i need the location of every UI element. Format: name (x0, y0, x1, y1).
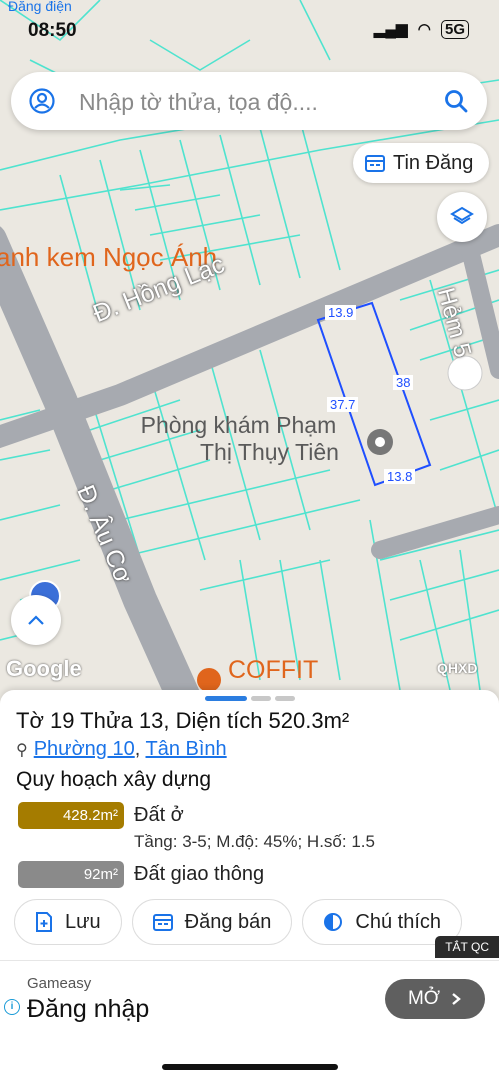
sheet-handle[interactable] (205, 696, 295, 701)
planning-heading: Quy hoạch xây dựng (16, 768, 212, 791)
location-pin-icon (367, 429, 393, 455)
expand-up-button[interactable] (11, 595, 61, 645)
land-use-row: 92m² Đất giao thông (18, 861, 264, 888)
dimension-left: 37.7 (327, 397, 359, 412)
close-ad-button[interactable]: TẮT QC (435, 936, 499, 958)
layers-icon (450, 206, 474, 225)
ad-info-icon[interactable]: i (4, 999, 20, 1015)
area-badge: 428.2m² (18, 802, 124, 829)
dimension-right: 38 (393, 375, 414, 390)
parcel-title: Tờ 19 Thửa 13, Diện tích 520.3m² (16, 708, 350, 733)
back-app-label[interactable]: Đăng điện (8, 0, 72, 14)
legend-icon (324, 913, 343, 931)
listing-icon (152, 914, 173, 931)
network-label: 5G (440, 20, 469, 39)
home-indicator-area (0, 1036, 499, 1080)
cafe-icon[interactable] (197, 668, 221, 692)
ad-banner[interactable]: i Gameasy Đăng nhập MỞ (0, 960, 499, 1037)
dimension-top: 13.9 (325, 305, 357, 320)
search-bar[interactable] (11, 72, 487, 130)
land-use-detail: Tầng: 3-5; M.độ: 45%; H.số: 1.5 (134, 832, 375, 851)
layers-button[interactable] (437, 192, 487, 242)
chevron-right-icon (452, 993, 461, 1005)
google-logo: Google (6, 656, 82, 681)
clinic-name-line1: Phòng khám Phạm (140, 412, 337, 438)
tin-dang-button[interactable]: Tin Đăng (353, 143, 489, 183)
status-icons: ▂▄▆ ◠ 5G (373, 20, 469, 39)
post-sale-button[interactable]: Đăng bán (131, 899, 293, 945)
tin-dang-label: Tin Đăng (393, 151, 474, 174)
ad-open-label: MỞ (407, 988, 441, 1009)
dimension-bottom: 13.8 (384, 469, 416, 484)
wifi-icon: ◠ (417, 21, 431, 38)
signal-icon: ▂▄▆ (373, 21, 408, 38)
ad-headline: Đăng nhập (27, 995, 150, 1023)
post-sale-label: Đăng bán (184, 910, 272, 933)
parcel-info-sheet[interactable]: Tờ 19 Thửa 13, Diện tích 520.3m² ⚲ Phường… (0, 690, 499, 960)
land-use-name: Đất giao thông (134, 863, 265, 885)
listing-icon (365, 155, 385, 172)
status-time: 08:50 (28, 20, 77, 41)
home-indicator[interactable] (162, 1064, 338, 1070)
parcel-location: ⚲ Phường 10, Tân Bình (16, 738, 227, 761)
save-button[interactable]: Lưu (14, 899, 122, 945)
location-separator: , (134, 738, 146, 760)
map-pin-icon: ⚲ (16, 742, 28, 759)
area-badge: 92m² (18, 861, 124, 888)
save-add-icon (36, 912, 52, 932)
land-use-name: Đất ở (134, 804, 184, 826)
poi-label-cafe[interactable]: COFFIT (228, 656, 318, 685)
search-input[interactable] (77, 84, 431, 120)
save-label: Lưu (65, 910, 101, 933)
qhxd-label: QHXD (437, 660, 478, 676)
chevron-up-icon (28, 615, 44, 625)
ad-brand: Gameasy (27, 975, 92, 992)
action-buttons: Lưu Đăng bán Chú thích (14, 899, 462, 945)
ad-open-button[interactable]: MỞ (385, 979, 485, 1019)
poi-label-clinic[interactable]: Phòng khám Phạm Thị Thụy Tiên (138, 412, 339, 466)
search-icon[interactable] (443, 88, 469, 114)
land-use-row: 428.2m² Đất ở (18, 802, 184, 829)
account-icon[interactable] (29, 88, 55, 114)
ward-link[interactable]: Phường 10 (34, 738, 135, 760)
status-bar: Đăng điện 08:50 ▂▄▆ ◠ 5G (0, 0, 499, 60)
district-link[interactable]: Tân Bình (146, 738, 227, 760)
map-slider-knob (447, 355, 483, 391)
legend-label: Chú thích (355, 910, 441, 933)
clinic-name-line2: Thị Thụy Tiên (200, 439, 339, 465)
